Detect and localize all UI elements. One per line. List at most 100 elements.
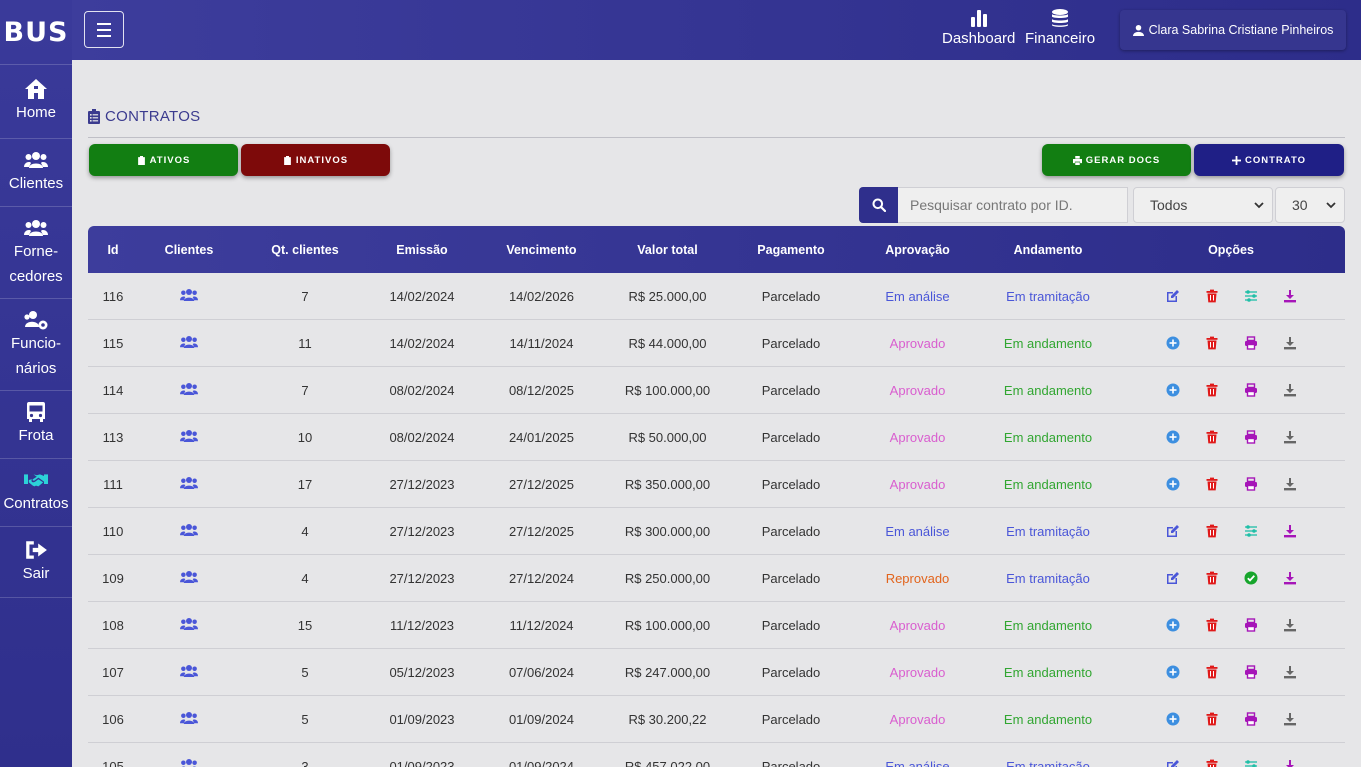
search-input[interactable] bbox=[898, 187, 1128, 223]
cell-aprovacao: Aprovado bbox=[889, 335, 946, 351]
sliders-icon bbox=[1244, 524, 1258, 538]
table-row: 115 11 14/02/2024 14/11/2024 R$ 44.000,00 Par… bbox=[88, 320, 1345, 367]
clientes-button[interactable] bbox=[138, 429, 240, 446]
download-button[interactable] bbox=[1270, 289, 1309, 303]
edit-button[interactable] bbox=[1153, 524, 1192, 538]
chevron-down-icon bbox=[1326, 202, 1336, 209]
download-button[interactable] bbox=[1270, 336, 1309, 350]
cell-emissao: 01/09/2023 bbox=[389, 711, 455, 727]
print-button[interactable] bbox=[1231, 383, 1270, 397]
clientes-button[interactable] bbox=[138, 335, 240, 352]
delete-button[interactable] bbox=[1192, 289, 1231, 303]
download-button[interactable] bbox=[1270, 712, 1309, 726]
dashboard-link[interactable]: Dashboard bbox=[942, 8, 1015, 47]
clientes-button[interactable] bbox=[138, 617, 240, 634]
cell-valor-total: R$ 30.200,22 bbox=[628, 711, 707, 727]
delete-button[interactable] bbox=[1192, 571, 1231, 585]
status-filter-select[interactable]: Todos bbox=[1133, 187, 1273, 223]
cell-qt-clientes: 3 bbox=[301, 758, 309, 767]
download-button[interactable] bbox=[1270, 759, 1309, 767]
contrato-label: CONTRATO bbox=[1245, 154, 1306, 166]
trash-icon bbox=[1205, 524, 1219, 538]
search-button[interactable] bbox=[859, 187, 898, 223]
clientes-button[interactable] bbox=[138, 523, 240, 540]
home-icon bbox=[25, 79, 47, 99]
print-button[interactable] bbox=[1231, 665, 1270, 679]
brand-logo: BUS bbox=[3, 16, 69, 48]
print-button[interactable] bbox=[1231, 618, 1270, 632]
download-button[interactable] bbox=[1270, 571, 1309, 585]
delete-button[interactable] bbox=[1192, 759, 1231, 767]
clientes-button[interactable] bbox=[138, 664, 240, 681]
delete-button[interactable] bbox=[1192, 477, 1231, 491]
header-emissao: Emissão bbox=[396, 242, 448, 257]
cell-emissao: 05/12/2023 bbox=[389, 664, 455, 680]
header-pagamento: Pagamento bbox=[757, 242, 825, 257]
approve-button[interactable] bbox=[1231, 571, 1270, 585]
add-button[interactable] bbox=[1153, 477, 1192, 491]
financeiro-link[interactable]: Financeiro bbox=[1025, 8, 1095, 47]
download-button[interactable] bbox=[1270, 477, 1309, 491]
clientes-button[interactable] bbox=[138, 476, 240, 493]
edit-button[interactable] bbox=[1153, 289, 1192, 303]
sidebar-item-funcionarios[interactable]: Funcio- nários bbox=[0, 298, 72, 390]
menu-toggle-button[interactable] bbox=[84, 11, 124, 48]
settings-button[interactable] bbox=[1231, 524, 1270, 538]
delete-button[interactable] bbox=[1192, 618, 1231, 632]
delete-button[interactable] bbox=[1192, 665, 1231, 679]
settings-button[interactable] bbox=[1231, 289, 1270, 303]
download-button[interactable] bbox=[1270, 430, 1309, 444]
plus-circle-icon bbox=[1166, 712, 1180, 726]
cell-andamento: Em andamento bbox=[1003, 664, 1093, 680]
delete-button[interactable] bbox=[1192, 383, 1231, 397]
clientes-button[interactable] bbox=[138, 288, 240, 305]
cell-id: 113 bbox=[102, 429, 124, 445]
delete-button[interactable] bbox=[1192, 430, 1231, 444]
print-button[interactable] bbox=[1231, 477, 1270, 491]
ativos-button[interactable]: ATIVOS bbox=[89, 144, 238, 176]
page-size-select[interactable]: 30 bbox=[1275, 187, 1345, 223]
user-menu-button[interactable]: Clara Sabrina Cristiane Pinheiros bbox=[1120, 10, 1346, 50]
print-button[interactable] bbox=[1231, 712, 1270, 726]
edit-button[interactable] bbox=[1153, 759, 1192, 767]
add-button[interactable] bbox=[1153, 618, 1192, 632]
cell-andamento: Em andamento bbox=[1003, 476, 1093, 492]
download-button[interactable] bbox=[1270, 665, 1309, 679]
clientes-button[interactable] bbox=[138, 711, 240, 728]
delete-button[interactable] bbox=[1192, 336, 1231, 350]
sidebar-item-fornecedores[interactable]: Forne- cedores bbox=[0, 206, 72, 298]
print-button[interactable] bbox=[1231, 336, 1270, 350]
inativos-button[interactable]: INATIVOS bbox=[241, 144, 390, 176]
cell-aprovacao: Aprovado bbox=[889, 429, 946, 445]
add-contrato-button[interactable]: CONTRATO bbox=[1194, 144, 1344, 176]
delete-button[interactable] bbox=[1192, 524, 1231, 538]
sidebar-item-sair[interactable]: Sair bbox=[0, 526, 72, 598]
delete-button[interactable] bbox=[1192, 712, 1231, 726]
download-button[interactable] bbox=[1270, 383, 1309, 397]
clientes-button[interactable] bbox=[138, 758, 240, 767]
header-aprovacao: Aprovação bbox=[885, 242, 950, 257]
sidebar-item-contratos[interactable]: Contratos bbox=[0, 458, 72, 526]
add-button[interactable] bbox=[1153, 712, 1192, 726]
settings-button[interactable] bbox=[1231, 759, 1270, 767]
sidebar-item-clientes[interactable]: Clientes bbox=[0, 138, 72, 206]
users-icon bbox=[180, 617, 198, 630]
add-button[interactable] bbox=[1153, 336, 1192, 350]
download-button[interactable] bbox=[1270, 524, 1309, 538]
table-row: 107 5 05/12/2023 07/06/2024 R$ 247.000,00 Par… bbox=[88, 649, 1345, 696]
clientes-button[interactable] bbox=[138, 382, 240, 399]
edit-button[interactable] bbox=[1153, 571, 1192, 585]
users-icon bbox=[181, 758, 197, 767]
trash-icon bbox=[1205, 383, 1219, 397]
download-button[interactable] bbox=[1270, 618, 1309, 632]
add-button[interactable] bbox=[1153, 430, 1192, 444]
add-button[interactable] bbox=[1153, 383, 1192, 397]
clientes-button[interactable] bbox=[138, 570, 240, 587]
gerar-docs-button[interactable]: GERAR DOCS bbox=[1042, 144, 1191, 176]
cell-valor-total: R$ 44.000,00 bbox=[628, 335, 707, 351]
print-button[interactable] bbox=[1231, 430, 1270, 444]
download-icon bbox=[1283, 336, 1297, 350]
add-button[interactable] bbox=[1153, 665, 1192, 679]
sidebar-item-frota[interactable]: Frota bbox=[0, 390, 72, 458]
sidebar-item-home[interactable]: Home bbox=[0, 64, 72, 138]
